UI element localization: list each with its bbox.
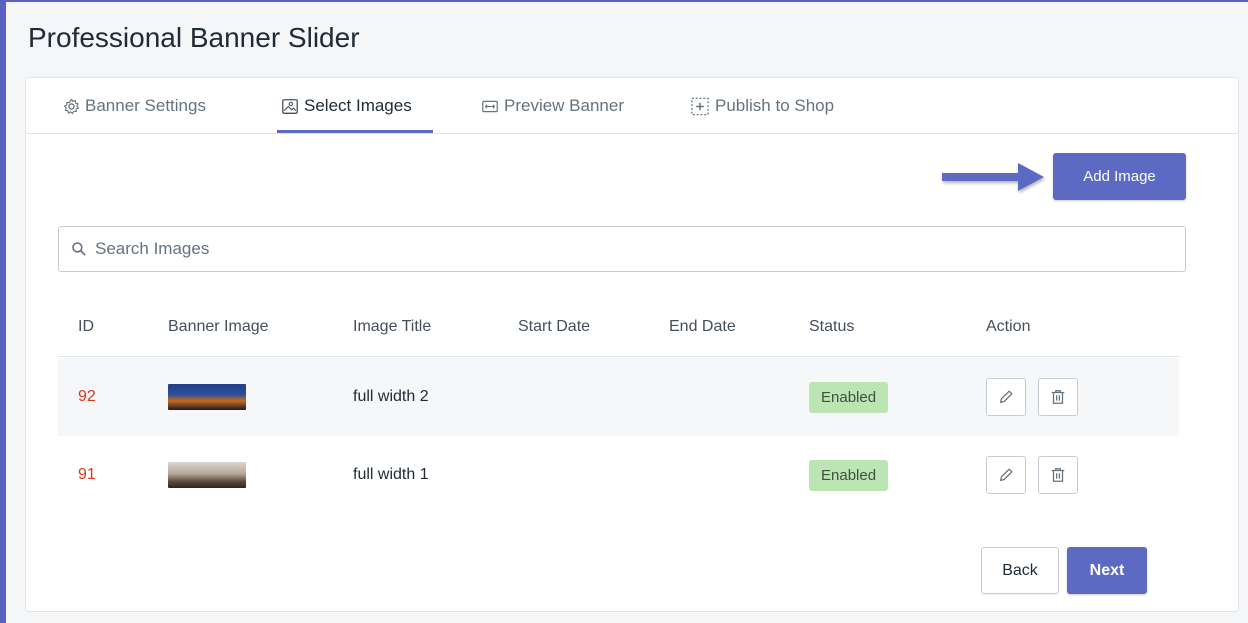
search-field[interactable]	[58, 226, 1186, 272]
search-input[interactable]	[93, 238, 1097, 260]
status-cell: Enabled	[809, 358, 889, 436]
table-row: 92 full width 2 Enabled	[58, 358, 1179, 436]
pencil-icon	[999, 390, 1013, 404]
active-tab-indicator	[277, 130, 433, 133]
column-header-id: ID	[78, 318, 94, 335]
tab-label: Banner Settings	[85, 96, 206, 115]
banner-thumbnail[interactable]	[168, 384, 246, 410]
row-title: full width 1	[353, 466, 429, 483]
gear-icon	[63, 98, 80, 114]
next-button[interactable]: Next	[1067, 547, 1147, 594]
status-badge: Enabled	[809, 381, 889, 413]
tab-publish-to-shop[interactable]: Publish to Shop	[690, 78, 834, 134]
main-card: Banner Settings Select Images Preview Ba…	[25, 77, 1239, 612]
tab-label: Preview Banner	[504, 96, 625, 115]
arrow-right-icon	[942, 163, 1044, 191]
window-frame-top	[0, 0, 1248, 2]
tab-label: Select Images	[304, 96, 412, 115]
tab-label: Publish to Shop	[715, 96, 835, 115]
delete-button[interactable]	[1038, 378, 1078, 416]
tab-banner-settings[interactable]: Banner Settings	[63, 78, 206, 134]
tab-bar: Banner Settings Select Images Preview Ba…	[26, 78, 1238, 134]
column-header-start-date: Start Date	[518, 318, 591, 335]
edit-button[interactable]	[986, 456, 1026, 494]
trash-icon	[1051, 390, 1065, 404]
action-cell	[986, 436, 1078, 514]
column-header-action: Action	[986, 318, 1031, 335]
status-badge: Enabled	[809, 459, 889, 491]
table-header-divider	[58, 356, 1179, 357]
trash-icon	[1051, 468, 1065, 482]
column-header-status: Status	[809, 318, 855, 335]
expand-horizontal-icon	[482, 100, 498, 112]
delete-button[interactable]	[1038, 456, 1078, 494]
table-row: 91 full width 1 Enabled	[58, 436, 1179, 514]
row-id[interactable]: 92	[78, 358, 96, 436]
column-header-image-title: Image Title	[353, 318, 432, 335]
edit-button[interactable]	[986, 378, 1026, 416]
banner-thumbnail-cell	[168, 436, 246, 514]
column-header-end-date: End Date	[669, 318, 736, 335]
column-header-banner-image: Banner Image	[168, 318, 269, 335]
pencil-icon	[999, 468, 1013, 482]
banner-thumbnail[interactable]	[168, 462, 246, 488]
add-frame-icon	[691, 97, 709, 115]
add-image-button[interactable]: Add Image	[1053, 153, 1186, 200]
status-cell: Enabled	[809, 436, 889, 514]
page-title: Professional Banner Slider	[28, 22, 360, 53]
tab-preview-banner[interactable]: Preview Banner	[481, 78, 624, 134]
banner-thumbnail-cell	[168, 358, 246, 436]
back-button[interactable]: Back	[981, 547, 1059, 594]
row-id[interactable]: 91	[78, 436, 96, 514]
action-cell	[986, 358, 1078, 436]
search-icon	[72, 242, 86, 256]
row-title: full width 2	[353, 388, 429, 405]
window-frame-left	[0, 0, 6, 623]
tab-select-images[interactable]: Select Images	[281, 78, 412, 134]
image-icon	[282, 98, 298, 114]
